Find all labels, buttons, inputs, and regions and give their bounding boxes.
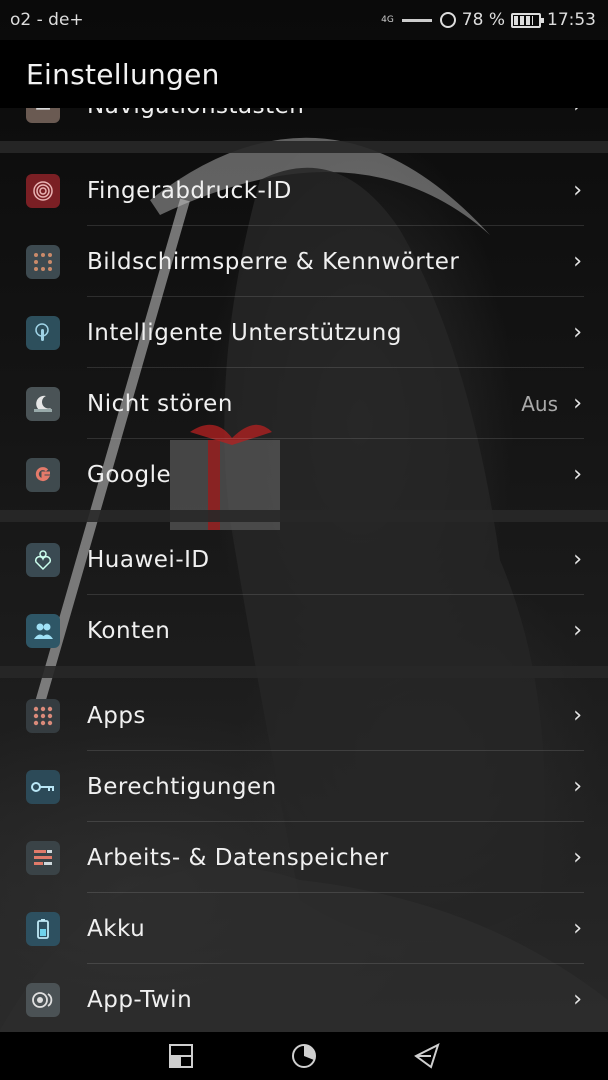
list-item-akku[interactable]: Akku › xyxy=(0,893,608,964)
accounts-icon xyxy=(26,613,60,648)
settings-list[interactable]: ▬ Navigationstasten › Fingerabdruck-ID ›… xyxy=(0,108,608,1032)
fingerprint-icon xyxy=(26,173,60,208)
app-header: Einstellungen xyxy=(0,40,608,108)
chevron-right-icon: › xyxy=(573,703,582,728)
list-item-navigationstasten[interactable]: ▬ Navigationstasten › xyxy=(0,108,608,141)
do-not-disturb-status: Aus xyxy=(521,391,558,416)
home-icon[interactable] xyxy=(290,1042,318,1070)
battery-icon xyxy=(26,911,60,946)
huawei-id-icon xyxy=(26,542,60,577)
section-divider xyxy=(0,666,608,678)
chevron-right-icon: › xyxy=(573,845,582,870)
list-item-label: Akku xyxy=(87,915,146,942)
list-item-huawei-id[interactable]: Huawei-ID › xyxy=(0,524,608,595)
list-item-intelligente-unterstuetzung[interactable]: Intelligente Unterstützung › xyxy=(0,297,608,368)
chevron-right-icon: › xyxy=(573,916,582,941)
app-twin-icon xyxy=(26,982,60,1017)
chevron-right-icon: › xyxy=(573,108,582,118)
carrier-label: o2 - de+ xyxy=(10,10,84,30)
battery-status-icon xyxy=(511,12,544,28)
signal-icon xyxy=(401,18,432,22)
network-type-label: 4G xyxy=(381,14,394,25)
navigation-keys-icon: ▬ xyxy=(26,108,60,123)
chevron-right-icon: › xyxy=(573,178,582,203)
list-item-nicht-stoeren[interactable]: Nicht stören Aus › xyxy=(0,368,608,439)
clock: 17:53 xyxy=(547,10,596,30)
section-divider xyxy=(0,510,608,522)
section-divider xyxy=(0,141,608,153)
list-item-label: Huawei-ID xyxy=(87,546,210,573)
storage-icon xyxy=(26,840,60,875)
key-icon xyxy=(26,769,60,804)
list-item-label: Fingerabdruck-ID xyxy=(87,177,292,204)
list-item-label: Navigationstasten xyxy=(87,108,304,119)
status-bar: o2 - de+ 4G 78 % 17:53 xyxy=(0,0,608,40)
chevron-right-icon: › xyxy=(573,987,582,1012)
touch-hand-icon xyxy=(26,315,60,350)
list-item-label: Google xyxy=(87,461,172,488)
system-navigation-bar xyxy=(0,1032,608,1080)
alarm-icon xyxy=(439,12,456,28)
battery-fill xyxy=(514,15,533,25)
list-item-label: Arbeits- & Datenspeicher xyxy=(87,844,389,871)
list-item-label: Konten xyxy=(87,617,171,644)
list-item-label: Apps xyxy=(87,702,146,729)
chevron-right-icon: › xyxy=(573,774,582,799)
list-item-fingerabdruck-id[interactable]: Fingerabdruck-ID › xyxy=(0,155,608,226)
list-item-berechtigungen[interactable]: Berechtigungen › xyxy=(0,751,608,822)
list-item-konten[interactable]: Konten › xyxy=(0,595,608,666)
status-icons: 4G 78 % 17:53 xyxy=(381,10,596,30)
chevron-right-icon: › xyxy=(573,618,582,643)
recents-icon[interactable] xyxy=(167,1042,195,1070)
chevron-right-icon: › xyxy=(573,462,582,487)
apps-grid-icon xyxy=(26,698,60,733)
list-item-label: Berechtigungen xyxy=(87,773,277,800)
back-icon[interactable] xyxy=(413,1042,441,1070)
google-icon xyxy=(26,457,60,492)
lock-pattern-icon xyxy=(26,244,60,279)
list-item-apps[interactable]: Apps › xyxy=(0,680,608,751)
list-item-app-twin[interactable]: App-Twin › xyxy=(0,964,608,1032)
chevron-right-icon: › xyxy=(573,391,582,416)
list-item-label: Bildschirmsperre & Kennwörter xyxy=(87,248,460,275)
list-item-google[interactable]: Google › xyxy=(0,439,608,510)
list-item-label: Nicht stören xyxy=(87,390,233,417)
list-item-label: Intelligente Unterstützung xyxy=(87,319,402,346)
chevron-right-icon: › xyxy=(573,547,582,572)
moon-icon xyxy=(26,386,60,421)
chevron-right-icon: › xyxy=(573,249,582,274)
page-title: Einstellungen xyxy=(26,57,220,91)
list-item-bildschirmsperre[interactable]: Bildschirmsperre & Kennwörter › xyxy=(0,226,608,297)
battery-percent: 78 % xyxy=(461,10,505,30)
list-item-arbeits-datenspeicher[interactable]: Arbeits- & Datenspeicher › xyxy=(0,822,608,893)
list-item-label: App-Twin xyxy=(87,986,193,1013)
chevron-right-icon: › xyxy=(573,320,582,345)
